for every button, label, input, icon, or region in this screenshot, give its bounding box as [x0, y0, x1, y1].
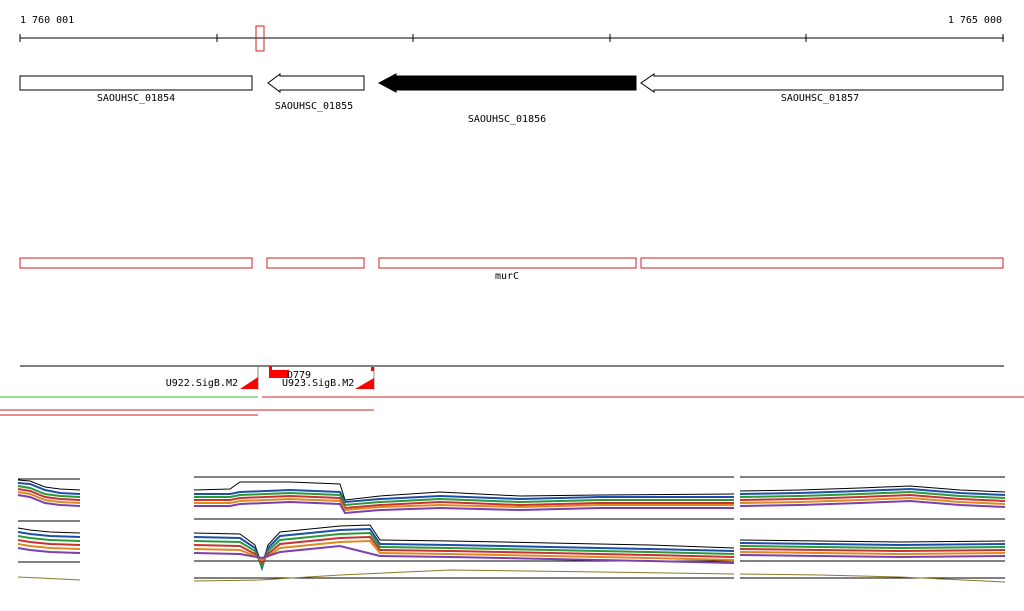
gene-name-track: murC [19, 257, 1004, 282]
expression-tracks [17, 476, 1006, 583]
expression-lines [193, 481, 735, 582]
gene-name-box[interactable] [19, 257, 253, 269]
feature-marker[interactable] [371, 367, 374, 371]
gene-arrow[interactable] [267, 73, 365, 93]
gene-arrow-selected[interactable] [377, 73, 637, 93]
ruler-end-label: 1 765 000 [948, 15, 1002, 26]
feature-label: U923.SigB.M2 [282, 378, 354, 389]
feature-label: U922.SigB.M2 [166, 378, 238, 389]
gene-name-box[interactable] [640, 257, 1004, 269]
gene-track: SAOUHSC_01854 SAOUHSC_01855 SAOUHSC_0185… [19, 73, 1004, 125]
expression-lines [739, 485, 1006, 583]
gene-name-box[interactable] [266, 257, 365, 269]
gene-arrow[interactable] [640, 73, 1004, 93]
expression-panel[interactable] [193, 476, 735, 582]
feature-track: U922.SigB.M2 D779 U923.SigB.M2 [0, 365, 1024, 416]
coordinate-ruler: 1 760 001 1 765 000 [19, 15, 1004, 52]
gene-label: SAOUHSC_01854 [97, 93, 175, 104]
gene-label: SAOUHSC_01856 [468, 114, 546, 125]
expression-panel[interactable] [739, 476, 1006, 583]
feature-marker[interactable] [269, 366, 272, 372]
gene-label: SAOUHSC_01855 [275, 101, 353, 112]
gene-name-label: murC [495, 271, 519, 282]
gene-arrow[interactable] [19, 75, 253, 91]
expression-panel[interactable] [17, 478, 81, 581]
feature-marker[interactable] [355, 378, 374, 389]
gene-label: SAOUHSC_01857 [781, 93, 859, 104]
gene-name-box[interactable] [378, 257, 637, 269]
ruler-start-label: 1 760 001 [20, 15, 74, 26]
expression-lines [17, 479, 81, 581]
genome-browser: 1 760 001 1 765 000 SAOUHSC_01854 SAOUHS… [0, 15, 1024, 583]
feature-marker[interactable] [240, 377, 258, 389]
